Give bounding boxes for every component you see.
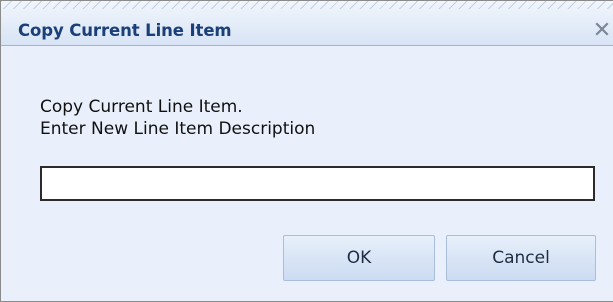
ok-button[interactable]: OK (283, 235, 435, 281)
dialog-titlebar: Copy Current Line Item (1, 1, 613, 46)
dialog-body: Copy Current Line Item. Enter New Line I… (1, 47, 613, 301)
line-item-description-input[interactable] (40, 166, 595, 201)
close-icon[interactable] (593, 20, 611, 38)
titlebar-pattern (1, 1, 613, 9)
message-line-1: Copy Current Line Item. (40, 97, 243, 117)
cancel-button[interactable]: Cancel (446, 235, 596, 281)
copy-line-item-dialog: Copy Current Line Item Copy Current Line… (0, 0, 613, 302)
message-line-2: Enter New Line Item Description (40, 119, 316, 139)
dialog-title: Copy Current Line Item (18, 21, 232, 40)
